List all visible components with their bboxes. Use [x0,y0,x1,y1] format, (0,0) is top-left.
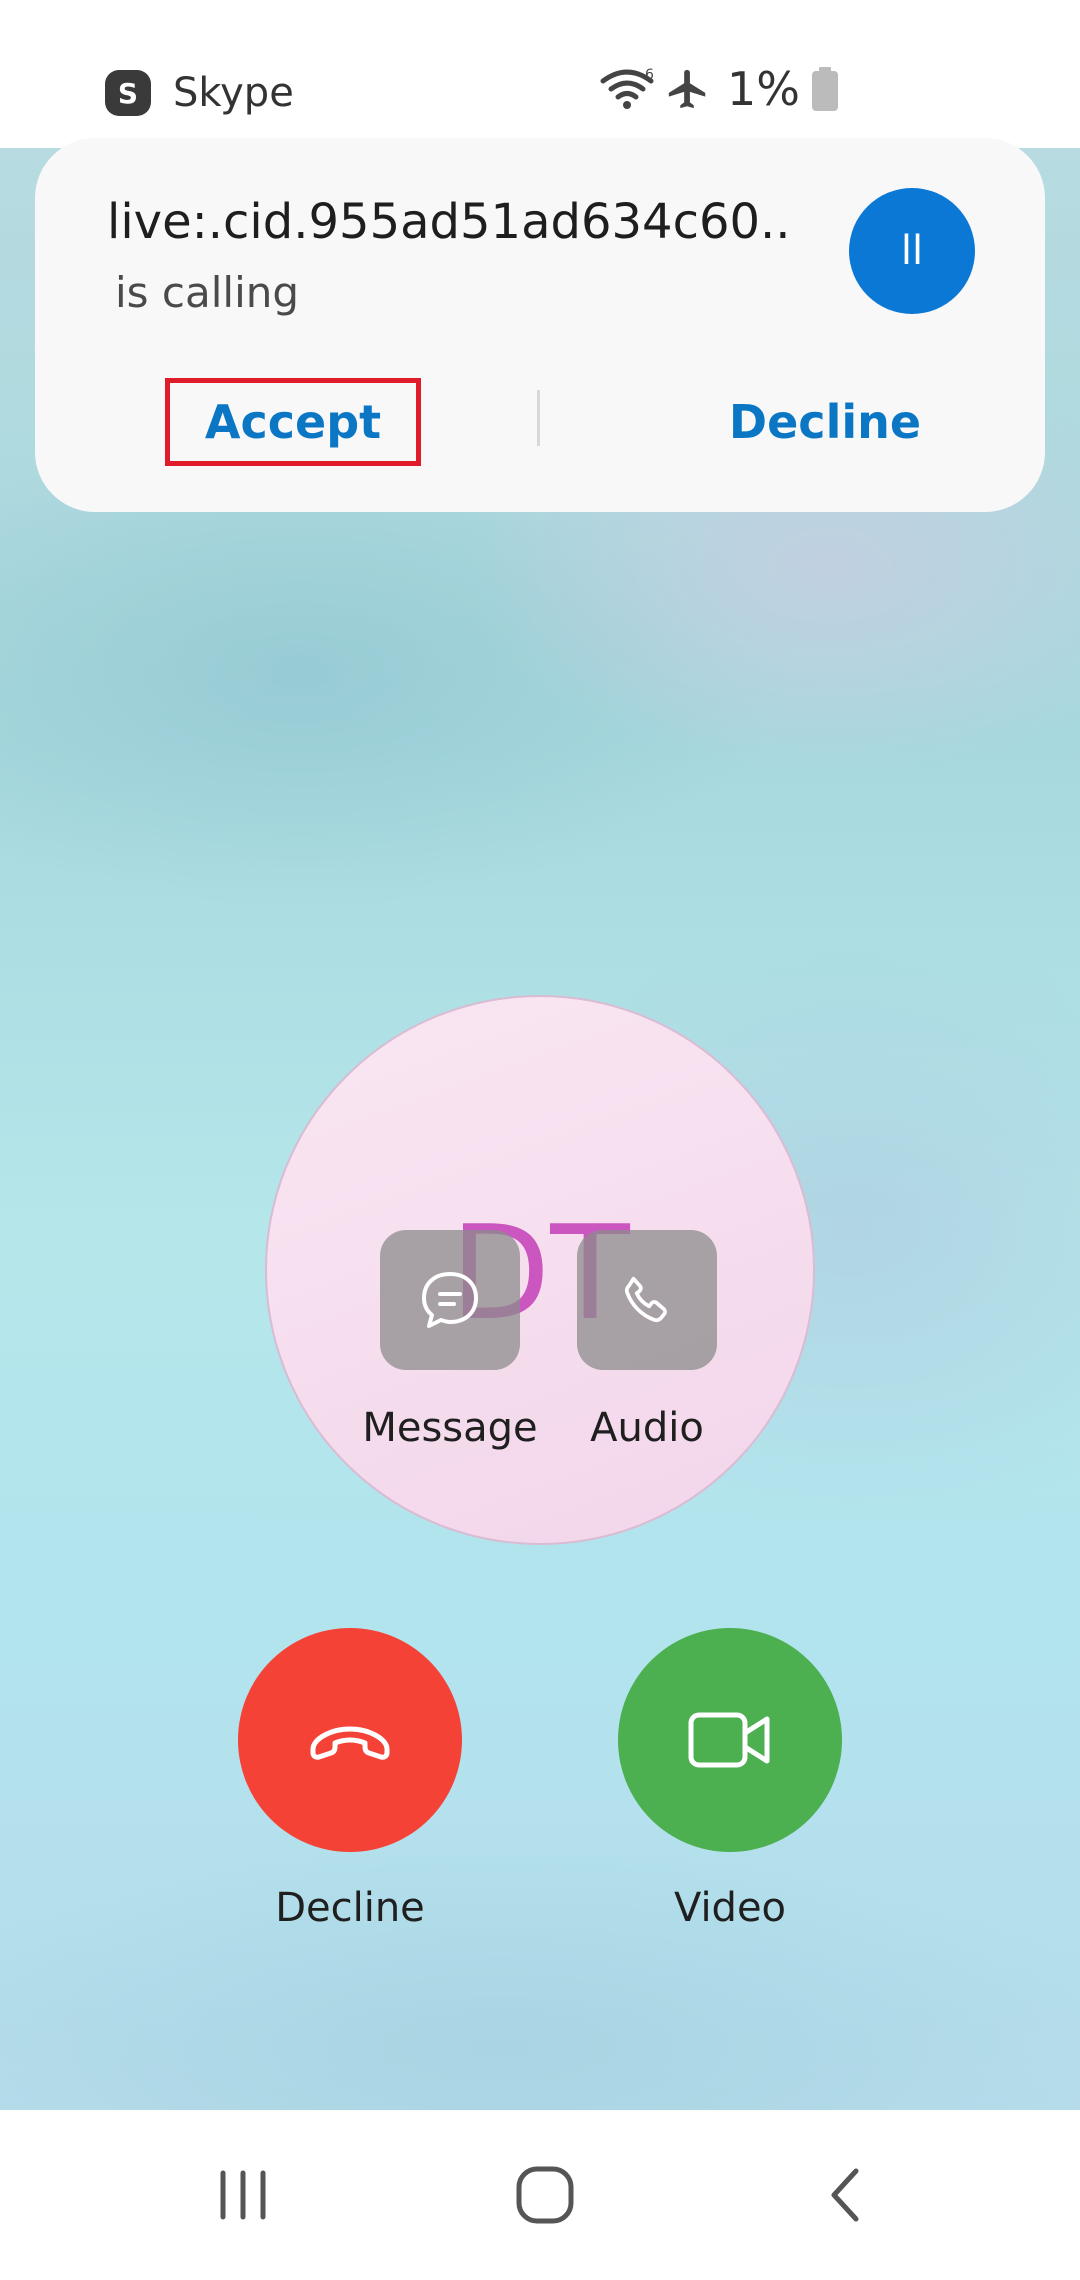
status-app-indicator: S Skype [105,70,294,116]
airplane-icon [668,69,706,109]
action-divider [537,390,540,446]
skype-logo-icon: S [105,70,151,116]
back-button[interactable] [797,2160,897,2230]
status-icons: 6 1% [599,62,840,116]
navigation-bar [0,2110,1080,2280]
audio-button[interactable] [577,1230,717,1370]
video-camera-icon [688,1712,770,1768]
caller-avatar-small: ll [849,188,975,314]
recent-apps-button[interactable] [193,2160,293,2230]
chat-bubble-icon [422,1272,478,1328]
recent-apps-icon [220,2170,266,2220]
phone-icon [624,1276,667,1323]
accept-button[interactable]: Accept [165,378,421,466]
status-app-name: Skype [173,70,294,116]
caller-avatar-large: DT [265,995,815,1545]
battery-icon [812,67,838,111]
status-bar: S Skype 6 1% [0,0,1080,148]
decline-call-label: Decline [275,1885,425,1931]
message-button[interactable] [380,1230,520,1370]
battery-level: 1% [727,62,800,116]
home-icon [516,2166,574,2224]
message-label: Message [362,1405,538,1451]
hang-up-icon [310,1726,390,1760]
caller-initials: DT [450,1197,630,1349]
decline-call-button[interactable] [238,1628,462,1852]
wifi-icon: 6 [600,67,654,109]
svg-text:6: 6 [645,67,654,83]
video-call-button[interactable] [618,1628,842,1852]
incoming-call-notification: live:.cid.955ad51ad634c60.. is calling l… [35,138,1045,512]
back-icon [831,2168,859,2222]
caller-id: live:.cid.955ad51ad634c60.. [107,194,791,250]
audio-label: Audio [590,1405,704,1451]
notification-decline-button[interactable]: Decline [695,378,955,466]
call-status-text: is calling [115,268,300,317]
home-button[interactable] [495,2160,595,2230]
video-call-label: Video [673,1885,787,1931]
